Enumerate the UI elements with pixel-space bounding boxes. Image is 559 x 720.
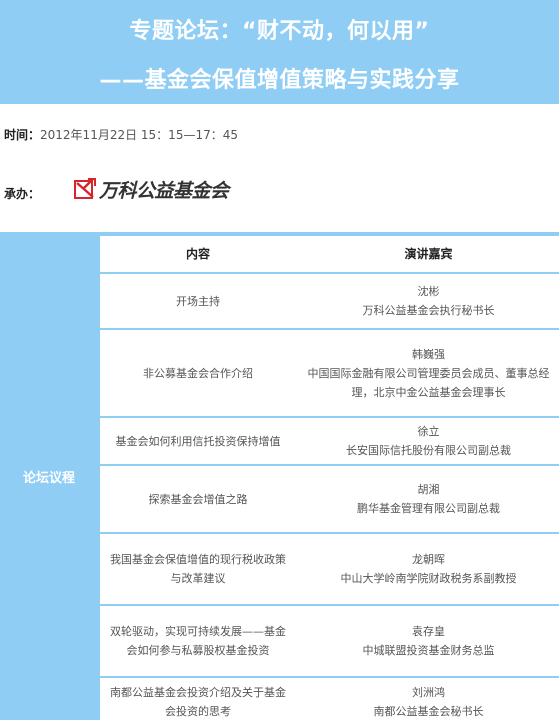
- speaker-name: 龙朝晖: [412, 553, 445, 566]
- time-value: 2012年11月22日 15：15—17：45: [40, 128, 238, 142]
- speaker-cell: 徐立 长安国际信托股份有限公司副总裁: [298, 418, 559, 464]
- time-label: 时间：: [4, 128, 41, 142]
- table-row: 探索基金会增值之路 胡湘 鹏华基金管理有限公司副总裁: [100, 466, 559, 532]
- speaker-role: 万科公益基金会执行秘书长: [362, 304, 495, 317]
- host-logo-text: 万科公益基金会: [99, 179, 229, 202]
- speaker-cell: 袁存皇 中城联盟投资基金财务总监: [298, 606, 559, 676]
- agenda-topic: 探索基金会增值之路: [100, 466, 296, 532]
- forum-title: 专题论坛：“财不动，何以用”: [129, 19, 430, 44]
- agenda-topic: 我国基金会保值增值的现行税收政策与改革建议: [100, 534, 296, 604]
- speaker-name: 袁存皇: [412, 625, 445, 638]
- agenda-topic: 双轮驱动，实现可持续发展——基金会如何参与私募股权基金投资: [100, 606, 296, 676]
- table-row: 我国基金会保值增值的现行税收政策与改革建议 龙朝晖 中山大学岭南学院财政税务系副…: [100, 534, 559, 604]
- agenda-side-label: 论坛议程: [22, 470, 75, 486]
- table-row: 非公募基金会合作介绍 韩巍强 中国国际金融有限公司管理委员会成员、董事总经理，北…: [100, 330, 559, 416]
- agenda-header-row: 内容 演讲嘉宾: [100, 236, 559, 272]
- agenda-table: 内容 演讲嘉宾 开场主持 沈彬 万科公益基金会执行秘书长 非公募基金会合作介绍 …: [100, 236, 559, 720]
- header-speaker: 演讲嘉宾: [298, 236, 559, 272]
- speaker-role: 鹏华基金管理有限公司副总裁: [357, 502, 500, 515]
- vanke-foundation-logo: 万科公益基金会: [74, 176, 229, 202]
- agenda-topic: 开场主持: [100, 274, 296, 328]
- time-row: 时间：2012年11月22日 15：15—17：45: [4, 126, 238, 143]
- agenda-topic: 非公募基金会合作介绍: [100, 330, 296, 416]
- speaker-name: 徐立: [417, 425, 440, 438]
- speaker-name: 刘洲鸿: [412, 686, 445, 699]
- table-row: 基金会如何利用信托投资保持增值 徐立 长安国际信托股份有限公司副总裁: [100, 418, 559, 464]
- table-row: 开场主持 沈彬 万科公益基金会执行秘书长: [100, 274, 559, 328]
- forum-subtitle: ——基金会保值增值策略与实践分享: [99, 68, 460, 93]
- speaker-name: 韩巍强: [412, 347, 445, 361]
- agenda-topic: 南都公益基金会投资介绍及关于基金会投资的思考: [100, 678, 296, 720]
- speaker-cell: 韩巍强 中国国际金融有限公司管理委员会成员、董事总经理，北京中金公益基金会理事长: [298, 330, 559, 416]
- header-content: 内容: [185, 246, 210, 261]
- vanke-logo-icon: [74, 178, 96, 200]
- speaker-role: 中城联盟投资基金财务总监: [362, 644, 495, 657]
- speaker-name: 沈彬: [417, 285, 440, 298]
- host-label: 承办：: [4, 187, 41, 201]
- speaker-role: 中山大学岭南学院财政税务系副教授: [340, 572, 517, 585]
- agenda-topic: 基金会如何利用信托投资保持增值: [100, 418, 296, 464]
- table-row: 双轮驱动，实现可持续发展——基金会如何参与私募股权基金投资 袁存皇 中城联盟投资…: [100, 606, 559, 676]
- speaker-role: 中国国际金融有限公司管理委员会成员、董事总经理，北京中金公益基金会理事长: [307, 366, 550, 399]
- host-row: 承办：: [4, 185, 40, 202]
- speaker-role: 长安国际信托股份有限公司副总裁: [346, 444, 511, 457]
- speaker-name: 胡湘: [417, 483, 440, 496]
- speaker-cell: 龙朝晖 中山大学岭南学院财政税务系副教授: [298, 534, 559, 604]
- speaker-role: 南都公益基金会秘书长: [373, 705, 484, 718]
- title-banner: 专题论坛：“财不动，何以用” ——基金会保值增值策略与实践分享: [0, 0, 559, 104]
- speaker-cell: 胡湘 鹏华基金管理有限公司副总裁: [298, 466, 559, 532]
- page: 专题论坛：“财不动，何以用” ——基金会保值增值策略与实践分享 时间：2012年…: [0, 0, 559, 720]
- table-row: 南都公益基金会投资介绍及关于基金会投资的思考 刘洲鸿 南都公益基金会秘书长: [100, 678, 559, 720]
- speaker-cell: 沈彬 万科公益基金会执行秘书长: [298, 274, 559, 328]
- agenda-section: 论坛议程 内容 演讲嘉宾 开场主持 沈彬 万科公益基金会执行秘书长 非公募基金会…: [0, 232, 559, 720]
- speaker-cell: 刘洲鸿 南都公益基金会秘书长: [298, 678, 559, 720]
